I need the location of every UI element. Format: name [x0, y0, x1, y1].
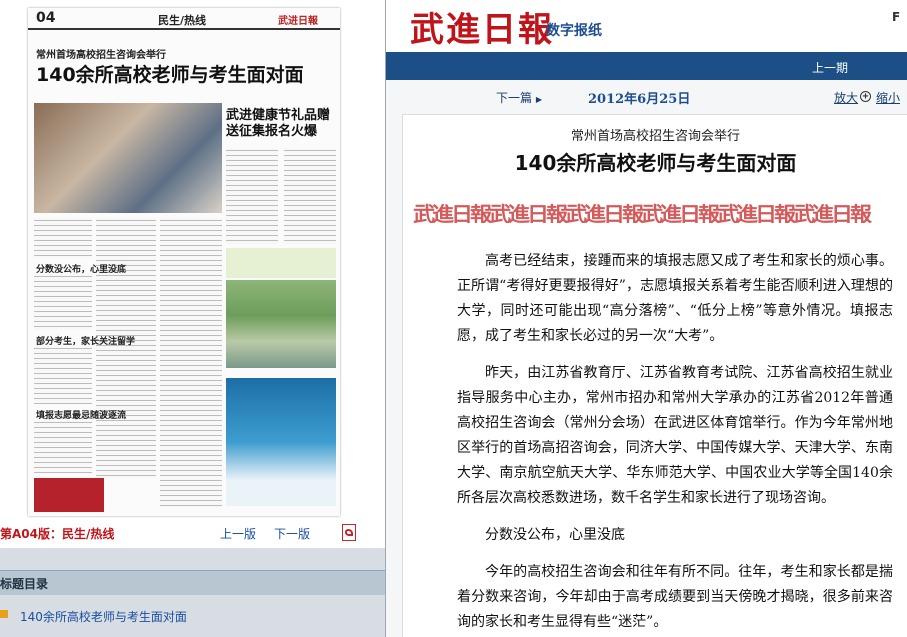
triangle-right-icon: ▶ — [535, 95, 542, 104]
article-reader-panel: 武進日報 数字报纸 F 上一期 下一篇 ▶ 2012年6月25日 放大 + 缩小… — [386, 0, 907, 637]
topic-link[interactable]: 140余所高校老师与考生面对面 — [20, 608, 187, 625]
pdf-icon[interactable] — [342, 524, 356, 541]
zoom-in-button[interactable]: 放大 — [834, 89, 858, 106]
article-kicker: 常州首场高校招生咨询会举行 — [570, 129, 740, 144]
masthead: 武進日報 数字报纸 F — [386, 0, 907, 52]
newspaper-page-thumbnail[interactable]: 04 民生/热线 武进日報 常州首场高校招生咨询会举行 140余所高校老师与考生… — [28, 8, 340, 516]
masthead-watermark-strip: 武進日報武進日報武進日報武進日報武進日報武進日報 — [413, 197, 907, 223]
thumbnail-logo: 武进日報 — [278, 16, 318, 27]
thumbnail-headline: 140余所高校老师与考生面对面 — [36, 64, 304, 86]
prev-issue-link[interactable]: 上一期 — [812, 59, 848, 76]
article-paragraph: 高考已经结束，接踵而来的填报志愿又成了考生和家长的烦心事。正所谓“考得好更要报得… — [457, 253, 893, 344]
page-nav-bar: 第A04版：民生/热线 上一版 下一版 — [0, 520, 386, 546]
next-page-link[interactable]: 下一版 — [274, 525, 310, 542]
thumbnail-text-column — [34, 218, 92, 258]
page-navigation-panel: 04 民生/热线 武进日報 常州首场高校招生咨询会举行 140余所高校老师与考生… — [0, 0, 386, 637]
topic-list-item[interactable]: 140余所高校老师与考生面对面 — [0, 606, 386, 628]
thumbnail-text-column — [34, 346, 92, 404]
article-content: 常州首场高校招生咨询会举行 140余所高校老师与考生面对面 武進日報武進日報武進… — [402, 114, 907, 637]
thumbnail-header: 04 民生/热线 武进日報 — [28, 8, 340, 30]
thumbnail-text-column — [226, 148, 278, 244]
issue-nav-bar: 上一期 — [386, 52, 907, 80]
page-thumbnail-area: 04 民生/热线 武进日報 常州首场高校招生咨询会举行 140余所高校老师与考生… — [0, 0, 386, 548]
thumbnail-section: 民生/热线 — [158, 14, 207, 27]
thumbnail-red-ad — [34, 478, 104, 512]
edition-label: 数字报纸 — [546, 23, 602, 39]
article-subheading: 分数没公布，心里没底 — [485, 527, 625, 543]
issue-date: 2012年6月25日 — [588, 92, 691, 107]
thumbnail-side-headline: 武进健康节礼品赠送征集报名火爆 — [226, 108, 331, 139]
plus-icon[interactable]: + — [860, 91, 871, 102]
site-logo[interactable]: 武進日報 — [410, 2, 554, 51]
current-page-label: 第A04版：民生/热线 — [0, 527, 115, 541]
thumbnail-page-number: 04 — [36, 10, 56, 26]
thumbnail-side-photo — [226, 280, 336, 368]
topic-list-header: 标题目录 — [0, 570, 386, 595]
next-article-link[interactable]: 下一篇 ▶ — [496, 89, 542, 106]
prev-page-link[interactable]: 上一版 — [220, 525, 256, 542]
thumbnail-text-column — [96, 218, 156, 478]
thumbnail-text-column — [284, 148, 336, 244]
watermark-text: 武進日報武進日報武進日報武進日報武進日報武進日報 — [413, 203, 872, 223]
article-paragraph: 今年的高校招生咨询会和往年有所不同。往年，考生和家长都是揣着分数来咨询，今年却由… — [457, 564, 893, 630]
thumbnail-text-column — [34, 274, 92, 330]
thumbnail-main-photo — [34, 103, 222, 213]
thumbnail-banner — [226, 248, 336, 278]
article-paragraph: 昨天，由江苏省教育厅、江苏省教育考试院、江苏省高校招生就业指导服务中心主办，常州… — [457, 365, 893, 506]
article-toolbar: 下一篇 ▶ 2012年6月25日 放大 + 缩小 — [386, 82, 907, 112]
article-body: 高考已经结束，接踵而来的填报志愿又成了考生和家长的烦心事。正所谓“考得好更要报得… — [457, 249, 893, 637]
corner-label: F — [892, 10, 901, 24]
thumbnail-kicker: 常州首场高校招生咨询会举行 — [36, 50, 166, 61]
article-title: 140余所高校老师与考生面对面 — [514, 151, 797, 175]
thumbnail-advertisement — [226, 378, 336, 506]
zoom-out-button[interactable]: 缩小 — [876, 89, 900, 106]
next-article-label: 下一篇 — [496, 91, 533, 105]
bullet-icon — [0, 610, 8, 618]
thumbnail-text-column — [160, 218, 222, 508]
topic-list-heading: 标题目录 — [0, 577, 49, 591]
thumbnail-text-column — [34, 420, 92, 474]
